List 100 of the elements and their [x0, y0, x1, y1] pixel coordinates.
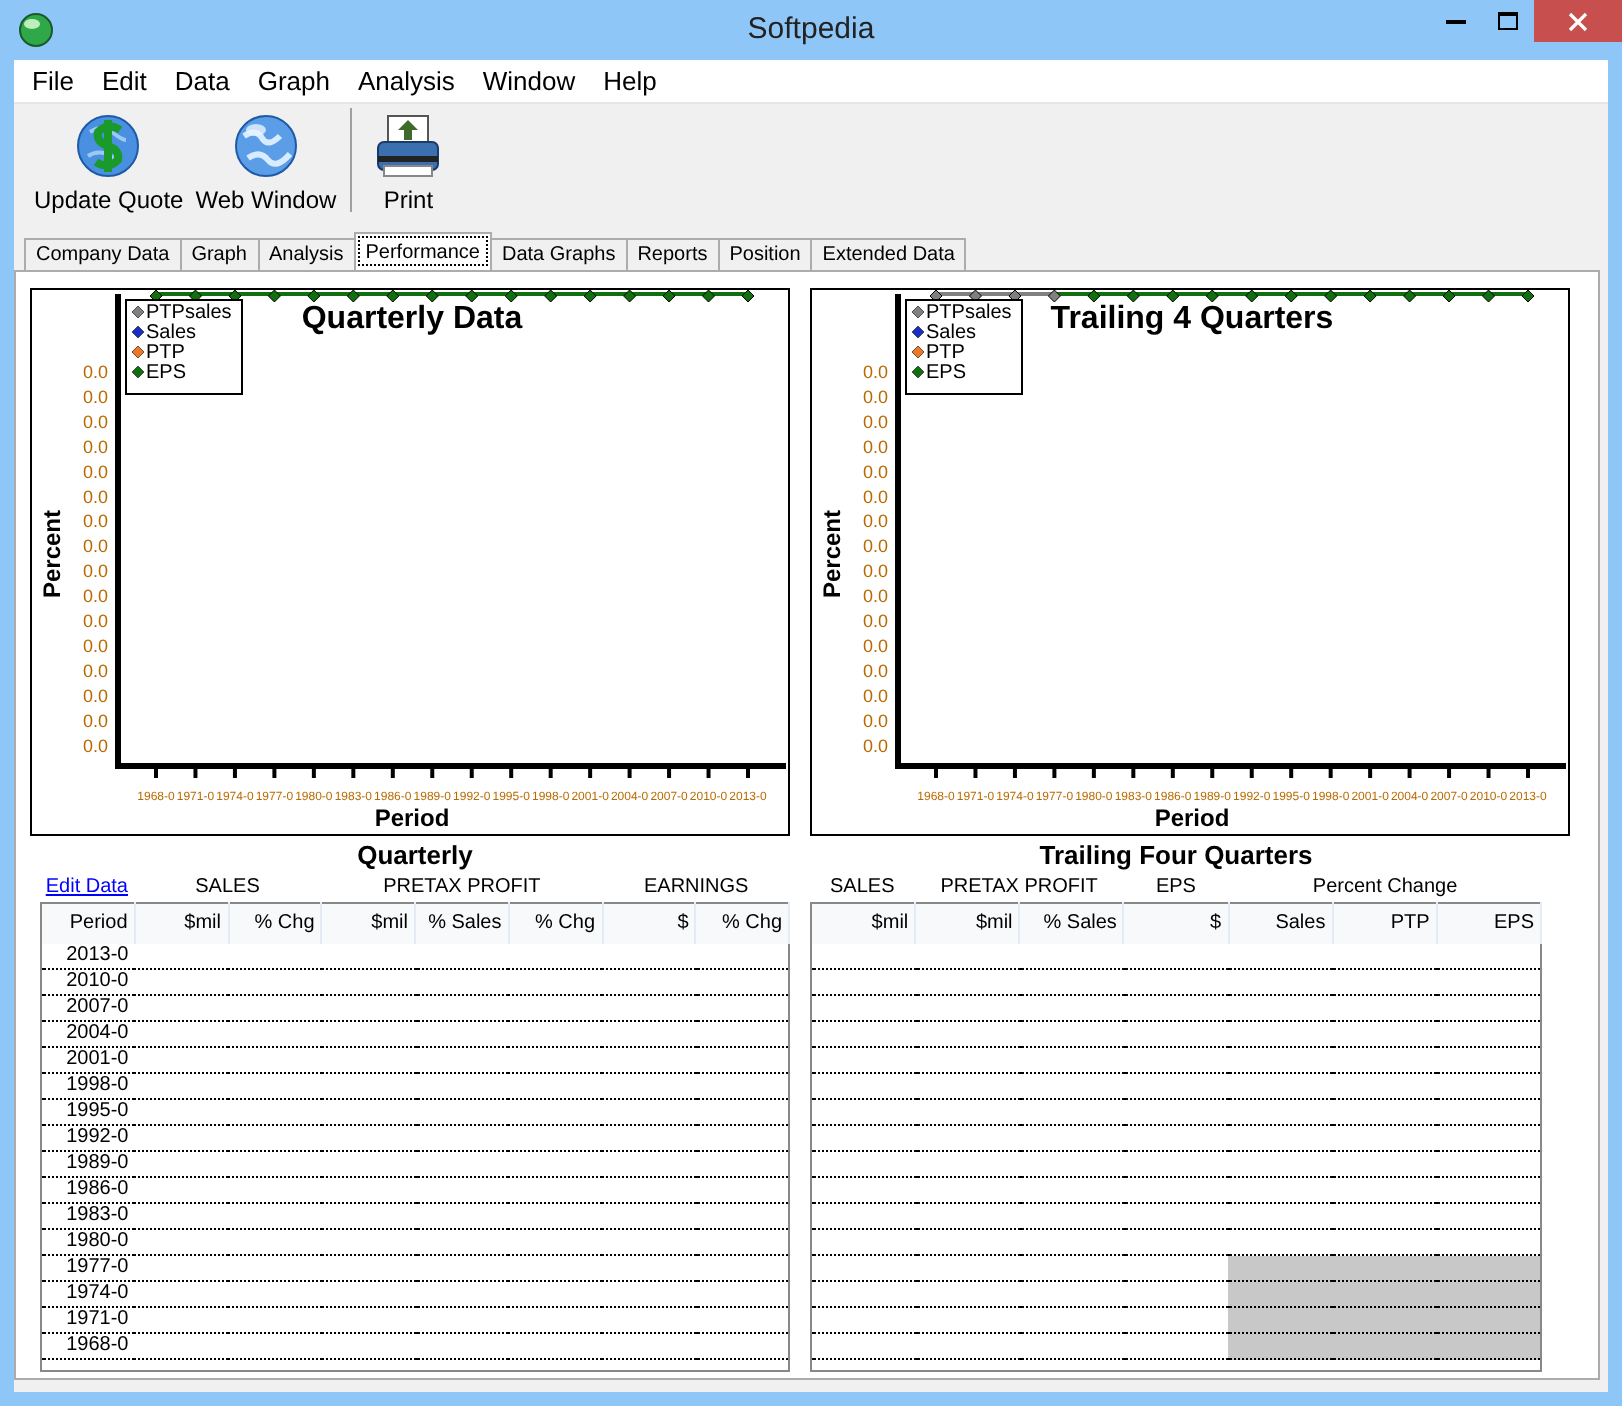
tick-label: 0.0 — [862, 511, 888, 532]
legend-label: PTP — [146, 342, 185, 364]
tick-label: 0.0 — [82, 685, 108, 706]
maximize-icon — [1498, 11, 1518, 31]
legend-label: EPS — [146, 362, 187, 384]
edit-data-link[interactable]: Edit Data — [45, 875, 128, 897]
tab[interactable]: Data Graphs — [490, 238, 628, 270]
table-cell: 1995-0 — [41, 1099, 135, 1125]
column-header: $mil — [321, 903, 415, 943]
tick-label: 0.0 — [82, 536, 108, 557]
legend-box — [905, 299, 1023, 395]
menu-item[interactable]: Edit — [87, 59, 161, 103]
printer-icon — [374, 112, 443, 180]
column-header: % Chg — [508, 903, 602, 943]
table-cell: 2013-0 — [41, 943, 135, 969]
column-header: $ — [1123, 903, 1229, 943]
toolbar-button[interactable]: Update Quote — [28, 112, 190, 214]
column-group-heading: EPS — [1155, 875, 1196, 897]
tick-label: 0.0 — [862, 735, 888, 756]
column-header: % Sales — [1019, 903, 1124, 943]
menu-item[interactable]: Data — [160, 59, 244, 103]
tab[interactable]: Graph — [179, 238, 259, 270]
legend-label: Sales — [926, 322, 977, 344]
axis-title: Percent — [38, 509, 66, 599]
column-group-heading: EARNINGS — [644, 875, 749, 897]
tick-label: 0.0 — [862, 362, 888, 382]
toolbar-button[interactable]: Print — [368, 112, 449, 214]
globe-dollar-icon — [74, 112, 143, 180]
tick-label: 0.0 — [862, 586, 888, 607]
tick-label: 0.0 — [862, 461, 888, 482]
tick-label: 0.0 — [862, 411, 888, 432]
tick-label: 0.0 — [82, 436, 108, 457]
column-header: % Chg — [695, 903, 789, 943]
tick-label: 0.0 — [82, 635, 108, 656]
app-globe-icon — [18, 12, 54, 48]
tab[interactable]: Performance — [353, 232, 492, 270]
tick-label: 0.0 — [862, 660, 888, 681]
table-cell: 2007-0 — [41, 995, 135, 1021]
tick-label: 0.0 — [82, 411, 108, 432]
table-cell: 1968-0 — [41, 1333, 135, 1359]
column-header: % Chg — [228, 903, 322, 943]
menu-item[interactable]: Graph — [243, 59, 344, 103]
table-cell: 2004-0 — [41, 1021, 135, 1047]
axis-title: Percent — [818, 509, 846, 599]
column-header: $ — [602, 903, 696, 943]
tick-label: 0.0 — [82, 735, 108, 756]
axis-title: Period — [1154, 804, 1230, 832]
menu-item[interactable]: Analysis — [343, 59, 469, 103]
tick-label: 0.0 — [862, 685, 888, 706]
column-group-heading: PRETAX PROFIT — [940, 875, 1098, 897]
legend-label: PTPsales — [146, 302, 232, 324]
table-cell: 1971-0 — [41, 1307, 135, 1333]
table-cell: 1992-0 — [41, 1125, 135, 1151]
table-cell: 1986-0 — [41, 1177, 135, 1203]
legend-box — [125, 299, 243, 395]
minimize-icon — [1446, 19, 1466, 23]
table-cell: 1989-0 — [41, 1151, 135, 1177]
tick-label: 0.0 — [862, 611, 888, 631]
legend-label: PTP — [926, 342, 965, 364]
tab[interactable]: Reports — [625, 238, 720, 270]
column-header: Sales — [1228, 903, 1333, 943]
tick-label: 0.0 — [862, 710, 888, 731]
tick-label: 0.0 — [82, 386, 108, 407]
legend-label: PTPsales — [926, 302, 1012, 324]
close-button[interactable] — [1534, 0, 1622, 42]
table-cell: 2010-0 — [41, 969, 135, 995]
tick-label: 0.0 — [862, 386, 888, 407]
tick-label: 0.0 — [82, 511, 108, 532]
tick-label: 0.0 — [82, 362, 108, 382]
tick-label: 0.0 — [862, 536, 888, 557]
column-group-heading: Percent Change — [1312, 875, 1458, 897]
table-title: Trailing Four Quarters — [1039, 840, 1313, 870]
column-header: % Sales — [415, 903, 509, 943]
table-cell: 1974-0 — [41, 1281, 135, 1307]
tab[interactable]: Analysis — [257, 238, 356, 270]
tick-label: 0.0 — [82, 461, 108, 482]
window-title: Softpedia — [747, 12, 875, 46]
column-group-heading: SALES — [830, 875, 895, 897]
menu-item[interactable]: File — [18, 59, 88, 103]
table-cell: 1998-0 — [41, 1073, 135, 1099]
column-header: EPS — [1436, 903, 1541, 943]
table-cell: 2001-0 — [41, 1047, 135, 1073]
column-header: $mil — [915, 903, 1020, 943]
chart-title: Quarterly Data — [301, 302, 523, 336]
tab[interactable]: Company Data — [24, 238, 182, 270]
tab[interactable]: Extended Data — [810, 238, 967, 270]
table-title: Quarterly — [357, 840, 473, 870]
table-cell: 1977-0 — [41, 1255, 135, 1281]
tick-label: 0.0 — [862, 635, 888, 656]
tick-label: 0.0 — [82, 586, 108, 607]
menu-item[interactable]: Help — [589, 59, 671, 103]
column-header: PTP — [1332, 903, 1437, 943]
column-header: $mil — [134, 903, 228, 943]
chart-title: Trailing 4 Quarters — [1050, 302, 1334, 336]
tick-label: 0.0 — [82, 561, 108, 582]
tick-label: 0.0 — [862, 561, 888, 582]
toolbar-button[interactable]: Web Window — [189, 112, 343, 214]
tick-label: 0.0 — [82, 710, 108, 731]
legend-label: EPS — [926, 362, 967, 384]
menu-item[interactable]: Window — [468, 59, 590, 103]
